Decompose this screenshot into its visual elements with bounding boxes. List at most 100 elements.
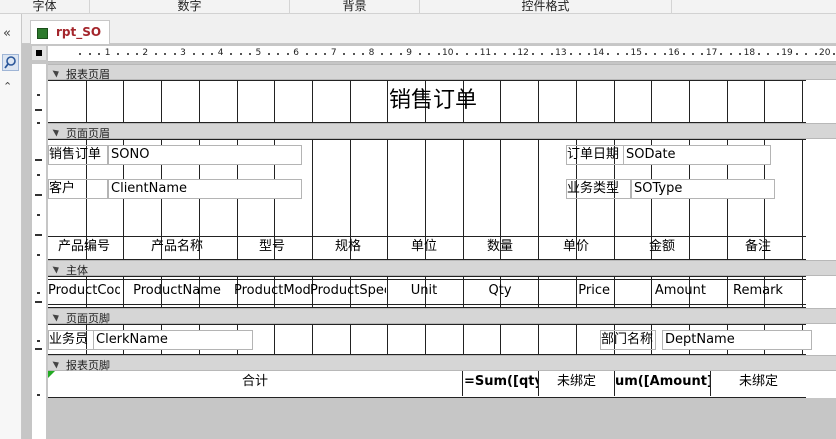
grid-line [387,324,389,355]
search-icon[interactable] [2,54,19,71]
collapse-nav-icon[interactable]: « [3,26,11,41]
ruler-tick [644,53,647,55]
order-date-field[interactable]: SODate [623,145,771,165]
ruler-tick [164,53,167,55]
ribbon-group-font[interactable]: 字体 [0,0,90,14]
ruler-tick [315,53,318,55]
ruler-label: 16 [668,48,680,58]
col-header-price[interactable]: 单价 [538,237,614,259]
section-bar-report-header[interactable]: 报表页眉 [48,64,836,81]
report-selector[interactable] [32,46,46,60]
col-header-product-code[interactable]: 产品编号 [48,237,120,259]
ruler-tick [98,53,101,55]
ribbon-group-control-format[interactable]: 控件格式 [420,0,672,14]
ruler-tick [814,53,817,55]
ribbon-group-background[interactable]: 背景 [290,0,420,14]
section-bar-detail[interactable]: 主体 [48,260,836,277]
col-header-remark[interactable]: 备注 [710,237,806,259]
document-tab-bar: rpt_SO [22,14,836,45]
client-name-field[interactable]: ClientName [108,179,302,199]
ruler-label: 18 [743,48,756,58]
order-date-label[interactable]: 订单日期 [566,145,624,165]
section-bar-report-footer[interactable]: 报表页脚 [48,355,836,372]
ruler-label: 9 [406,48,413,58]
navigation-pane: « ⌃ [0,14,22,439]
ruler-label: 12 [517,48,529,58]
ruler-tick [230,53,233,55]
horizontal-ruler[interactable]: 1 2 3 4 5 6 7 8 9 10 11 12 13 14 15 16 17 18 19 20 [48,46,836,62]
ruler-tick [588,53,591,55]
unbound-field-2[interactable]: 未绑定 [710,371,806,396]
report-title[interactable]: 销售订单 [348,86,518,118]
ruler-label: 2 [142,48,149,58]
grid-line [236,80,238,123]
ruler-label: 5 [255,48,262,58]
grid-line [48,80,806,81]
section-selector-icon [52,357,64,369]
col-header-product-name[interactable]: 产品名称 [120,237,234,259]
ruler-label: 1 [104,48,111,58]
col-header-unit[interactable]: 单位 [386,237,462,259]
so-number-field[interactable]: SONO [108,145,302,165]
section-bar-page-header[interactable]: 页面页眉 [48,123,836,140]
col-header-amount[interactable]: 金额 [614,237,710,259]
grid-line [802,80,803,123]
ruler-tick [126,53,129,55]
ruler-tick [654,53,657,55]
ruler-tick [465,53,468,55]
ruler-tick [390,53,393,55]
section-bar-page-footer[interactable]: 页面页脚 [48,308,836,325]
so-label[interactable]: 销售订单 [48,145,108,165]
ribbon-group-number[interactable]: 数字 [90,0,290,14]
ruler-tick [437,53,440,55]
ruler-tick [541,53,544,55]
clerk-name-field[interactable]: ClerkName [93,330,253,350]
department-name-field[interactable]: DeptName [662,330,812,350]
field-product-model[interactable]: ProductMode [234,280,310,304]
grid-line [48,324,806,325]
col-header-qty[interactable]: 数量 [462,237,538,259]
expand-icon[interactable]: ⌃ [3,80,12,93]
field-qty[interactable]: Qty [462,280,538,304]
unbound-field-1[interactable]: 未绑定 [538,371,614,396]
client-label[interactable]: 客户 [48,179,108,199]
ruler-label: 3 [180,48,186,58]
col-header-model[interactable]: 型号 [234,237,310,259]
field-remark[interactable]: Remark [710,280,806,304]
ruler-tick [37,214,40,216]
field-amount[interactable]: Amount [614,280,710,304]
grid-line [123,80,125,123]
vertical-ruler[interactable] [32,64,46,439]
ruler-tick [663,53,666,55]
canvas-empty-area [48,398,836,439]
department-label[interactable]: 部门名称 [600,330,656,350]
col-header-spec[interactable]: 规格 [310,237,386,259]
ruler-tick [324,53,327,55]
total-label[interactable]: 合计 [48,371,462,396]
field-product-spec[interactable]: ProductSpec [310,280,386,304]
sum-qty-field[interactable]: =Sum([qty] [462,371,538,396]
ruler-label: 17 [705,48,718,58]
ruler-tick [795,53,798,55]
sum-amount-field[interactable]: um([Amount]) [614,371,710,396]
grid-line [311,324,313,355]
tab-label: rpt_SO [56,25,102,39]
ruler-tick [833,53,836,55]
ruler-tick [35,234,42,236]
ruler-label: 19 [781,48,793,58]
field-unit[interactable]: Unit [386,280,462,304]
tab-rpt-so[interactable]: rpt_SO [30,20,110,45]
field-product-code[interactable]: ProductCod [48,280,120,304]
ruler-tick [249,53,252,55]
ruler-tick [616,53,619,55]
grid-line [161,80,163,123]
business-type-field[interactable]: SOType [631,179,775,199]
ruler-tick [428,53,431,55]
ruler-tick [569,53,572,55]
business-type-label[interactable]: 业务类型 [566,179,631,199]
ruler-tick [362,53,365,55]
clerk-label[interactable]: 业务员 [48,330,94,350]
field-product-name[interactable]: ProductName [120,280,234,304]
ruler-label: 15 [630,48,642,58]
field-price[interactable]: Price [538,280,614,304]
